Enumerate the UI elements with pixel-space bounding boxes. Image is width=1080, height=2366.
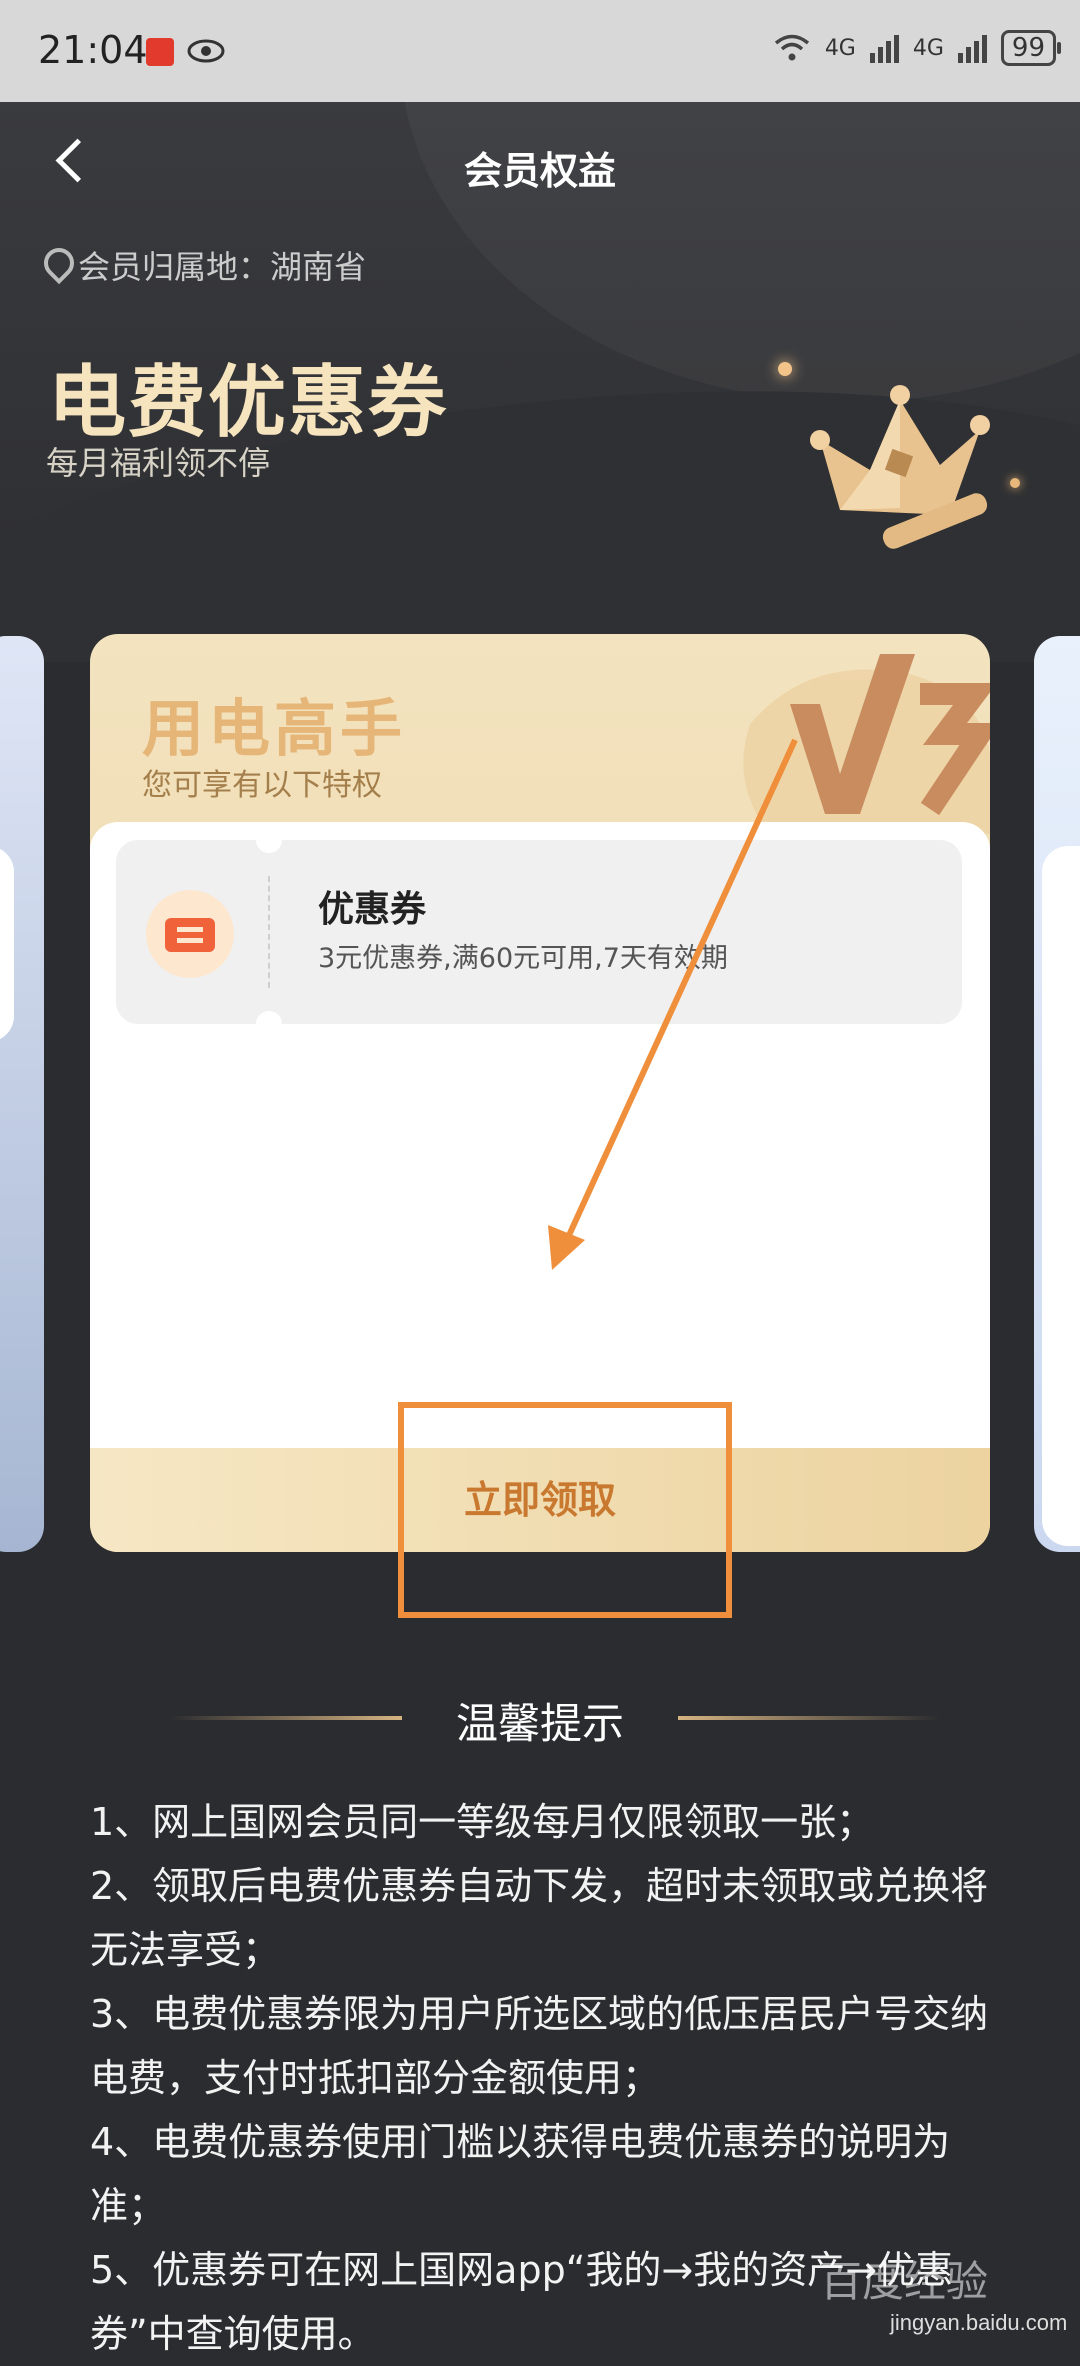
network-type-1: 4G [824,35,856,61]
card-level-subtitle: 您可享有以下特权 [142,768,382,803]
tip-item: 2、领取后电费优惠券自动下发，超时未领取或兑换将无法享受； [90,1864,989,1972]
next-level-card[interactable] [1034,636,1080,1552]
network-type-2: 4G [912,35,944,61]
card-body: 优惠券 3元优惠券,满60元可用,7天有效期 [90,822,990,1448]
watermark-url: jingyan.baidu.com [890,2310,1068,2335]
tips-title: 温馨提示 [455,1699,624,1748]
wifi-icon [774,34,809,61]
member-location: 会员归属地：湖南省 [78,248,367,286]
baidu-watermark: 百度经验 jingyan.baidu.com [820,2248,1080,2340]
annotation-highlight-box [398,1402,732,1618]
sparkle-icon [778,362,792,376]
prev-level-card[interactable] [0,636,44,1552]
status-bar: 21:04 4G 4G 99 [0,0,1080,102]
v3-level-badge [743,654,990,834]
signal-icon-2 [957,33,987,63]
coupon-item: 优惠券 3元优惠券,满60元可用,7天有效期 [116,827,962,1037]
eye-icon [187,39,225,63]
sparkle-icon [1010,478,1020,488]
page-title: 会员权益 [463,149,616,193]
tips-header: 温馨提示 [0,1690,1080,1748]
battery-icon: 99 [1000,30,1062,66]
tip-item: 4、电费优惠券使用门槛以获得电费优惠券的说明为准； [90,2120,951,2228]
coupon-description: 3元优惠券,满60元可用,7天有效期 [318,943,728,974]
banner-title: 电费优惠券 [48,358,449,448]
watermark-text: 百度经验 [820,2257,989,2306]
crown-icon [810,385,990,549]
tip-item: 3、电费优惠券限为用户所选区域的低压居民户号交纳电费，支付时抵扣部分金额使用； [90,1992,989,2100]
signal-icon-1 [869,33,899,63]
toutiao-app-icon [146,38,174,66]
status-time: 21:04 [38,28,148,72]
tip-item: 1、网上国网会员同一等级每月仅限领取一张； [90,1800,875,1844]
coupon-name: 优惠券 [318,889,427,930]
coupon-ticket-icon [146,890,234,978]
card-level-title: 用电高手 [142,692,407,765]
status-right: 4G 4G 99 [773,30,1062,66]
banner-subtitle: 每月福利领不停 [46,444,271,482]
